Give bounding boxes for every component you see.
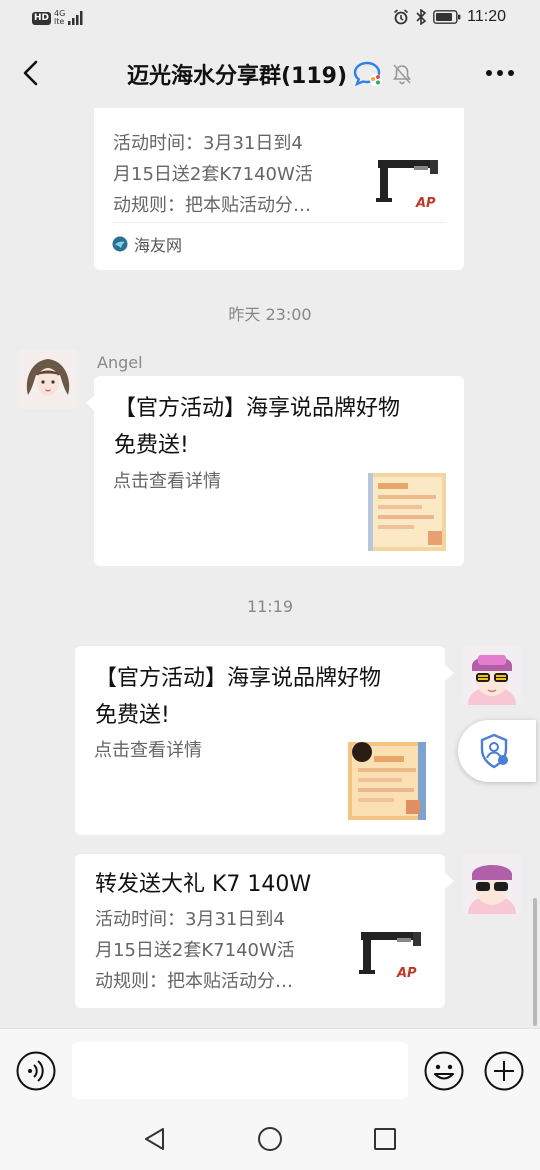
chat-header: 迈光海水分享群(119) [0,38,540,108]
link-card-official-1[interactable]: 【官方活动】海享说品牌好物 免费送! 点击查看详情 [94,376,464,566]
square-recents-icon [374,1128,396,1150]
card-description: 点击查看详情 [113,471,221,492]
card-thumbnail: AP [374,146,452,224]
voice-button[interactable] [16,1051,56,1091]
clock: 11:20 [467,8,506,25]
plus-icon [484,1051,524,1091]
triangle-back-icon [145,1128,164,1150]
card-thumbnail [368,473,446,551]
circle-home-icon [258,1127,282,1151]
thumb-logo: AP [416,196,436,211]
link-card-k7-top[interactable]: 转发送大礼 K7 140W 活动时间：3月31日到4 月15日送2套K7140W… [94,108,464,270]
thumb-logo: AP [397,966,417,981]
bluetooth-icon [416,9,427,25]
card-source: 海友网 [112,232,182,256]
chat-title-group[interactable]: 迈光海水分享群(119) [127,58,413,90]
bubble-tail [445,873,454,889]
status-right: 11:20 [393,8,506,26]
emoji-button[interactable] [424,1051,464,1091]
more-dots-icon [486,70,514,76]
safety-float-button[interactable] [458,720,536,782]
link-card-official-2[interactable]: 【官方活动】海享说品牌好物 免费送! 点击查看详情 [75,646,445,835]
source-logo-icon [112,236,128,252]
signal-icon [68,11,83,25]
shield-person-icon [480,733,508,769]
voice-icon [16,1051,56,1091]
avatar-self[interactable] [462,645,522,705]
alarm-icon [394,9,409,25]
emoji-icon [424,1051,464,1091]
back-button[interactable] [14,56,48,90]
chevron-left-icon [23,60,38,86]
card-title: 【官方活动】海享说品牌好物 免费送! [95,666,382,728]
timestamp: 昨天 23:00 [228,305,312,324]
system-navigation-bar [0,1108,540,1170]
group-chat-badge-icon [353,61,383,87]
scrollbar[interactable] [533,898,537,1026]
bubble-tail [445,665,454,681]
chat-area[interactable]: 转发送大礼 K7 140W 活动时间：3月31日到4 月15日送2套K7140W… [0,108,540,1028]
card-title: 【官方活动】海享说品牌好物 免费送! [114,396,401,458]
more-button[interactable] [482,58,518,88]
card-thumbnail [348,742,426,820]
card-title: 转发送大礼 K7 140W [113,108,329,117]
status-bar: HD 4G lte 11:20 [0,0,540,38]
message-input[interactable] [72,1042,408,1099]
chat-title: 迈光海水分享群(119) [126,64,348,89]
card-description: 活动时间：3月31日到4 月15日送2套K7140W活 动规则：把本贴活动分… [95,909,295,992]
system-back-button[interactable] [139,1124,169,1154]
more-functions-button[interactable] [484,1051,524,1091]
card-thumbnail: AP [357,918,435,996]
system-home-button[interactable] [255,1124,285,1154]
battery-icon [433,10,461,24]
card-description: 点击查看详情 [94,740,202,761]
card-divider [112,222,446,223]
chat-title-wrap: 迈光海水分享群(119) [0,58,540,90]
network-type: 4G lte [54,9,66,26]
status-left: HD 4G lte [32,10,84,26]
link-card-k7-bottom[interactable]: 转发送大礼 K7 140W 活动时间：3月31日到4 月15日送2套K7140W… [75,854,445,1008]
input-bar [0,1028,540,1108]
hd-badge: HD [32,11,52,25]
card-description: 活动时间：3月31日到4 月15日送2套K7140W活 动规则：把本贴活动分… [113,133,313,216]
muted-bell-icon [393,64,412,85]
system-recents-button[interactable] [370,1124,400,1154]
timestamp: 11:19 [246,597,294,616]
avatar-self[interactable] [462,854,522,914]
sender-name: Angel [97,353,143,372]
card-title: 转发送大礼 K7 140W [95,872,312,897]
avatar-angel[interactable] [18,349,78,409]
